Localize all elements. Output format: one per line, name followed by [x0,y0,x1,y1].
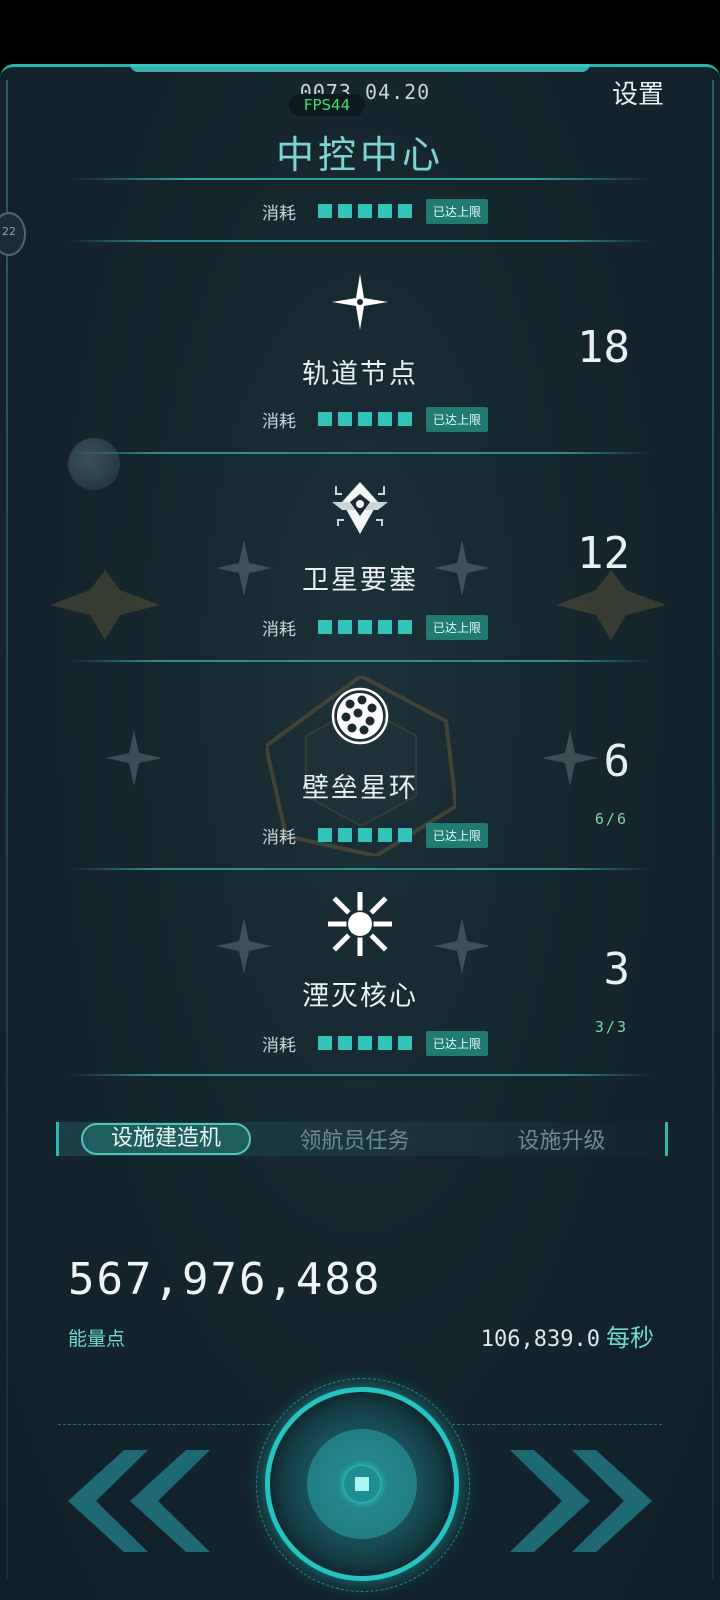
bottom-dash-right [452,1424,662,1425]
bg-star-icon [106,730,162,786]
bottom-dash-left [58,1424,270,1425]
facility-cap: 3/3 [594,1018,628,1036]
tab-facility-upgrade[interactable]: 设施升级 [458,1123,665,1155]
consume-level-squares [318,1036,412,1050]
center-square-icon [355,1477,369,1491]
satellite-fortress-icon [332,482,388,534]
max-badge: 已达上限 [426,406,489,432]
consume-label: 消耗 [262,1035,296,1056]
consume-level-squares [318,828,412,842]
max-badge: 已达上限 [426,822,489,848]
consume-level-squares [318,620,412,634]
side-tab-label: 22 [2,225,16,238]
four-point-star-icon [332,274,388,330]
settings-button[interactable]: 设置 [612,74,664,111]
consume-level-squares [318,412,412,426]
bg-star-icon [216,918,272,974]
energy-rate: 106,839.0 每秒 [481,1318,654,1353]
panel-border-right [712,80,714,1580]
energy-value: 567,976,488 [68,1254,382,1305]
facility-cap: 6/6 [594,810,628,828]
max-badge: 已达上限 [426,1030,489,1056]
page-title: 中控中心 [275,133,444,177]
title-divider [68,178,652,180]
max-badge: 已达上限 [426,198,489,224]
facility-consume-row: 消耗 已达上限 [262,406,489,432]
facility-count: 3 [603,944,631,995]
consume-label: 消耗 [262,619,296,640]
status-bar [0,0,720,64]
previous-chevron-icon[interactable] [68,1450,210,1552]
facility-consume-row: 消耗 已达上限 [262,822,489,848]
facility-name: 壁垒星环 [302,773,418,804]
row-separator [68,240,652,242]
bg-ship-icon [50,570,160,640]
energy-label: 能量点 [68,1328,126,1350]
burst-icon [328,892,392,956]
consume-label: 消耗 [262,203,296,224]
panel-border-left [6,80,8,1580]
consume-label: 消耗 [262,827,296,848]
row-separator [68,660,652,662]
facility-name: 湮灭核心 [302,981,418,1012]
facility-consume-row: 消耗 已达上限 [262,1030,489,1056]
facility-count: 18 [577,322,630,373]
tab-bar: 设施建造机 领航员任务 设施升级 [56,1122,668,1156]
energy-rate-unit: 每秒 [606,1324,654,1352]
tab-facility-builder[interactable]: 设施建造机 [81,1123,251,1155]
facility-name: 轨道节点 [302,359,418,390]
bg-star-icon [434,918,490,974]
header-consume-row: 消耗 已达上限 [262,198,489,224]
facility-name: 卫星要塞 [302,565,418,596]
fps-counter: FPS44 [289,94,365,116]
row-separator [68,452,652,454]
row-separator [68,1074,652,1076]
consume-label: 消耗 [262,411,296,432]
max-badge: 已达上限 [426,614,489,640]
consume-level-squares [318,204,412,218]
top-accent-bar [130,64,590,72]
facility-consume-row: 消耗 已达上限 [262,614,489,640]
facility-count: 12 [577,528,630,579]
center-action-button[interactable] [270,1392,454,1576]
floating-orb [68,438,120,490]
sphere-grid-icon [331,687,389,745]
energy-rate-value: 106,839.0 [480,1327,600,1352]
next-chevron-icon[interactable] [510,1450,652,1552]
tab-navigator-tasks[interactable]: 领航员任务 [251,1123,458,1155]
bg-ship-icon [556,570,666,640]
facility-count: 6 [603,736,631,787]
row-separator [68,868,652,870]
